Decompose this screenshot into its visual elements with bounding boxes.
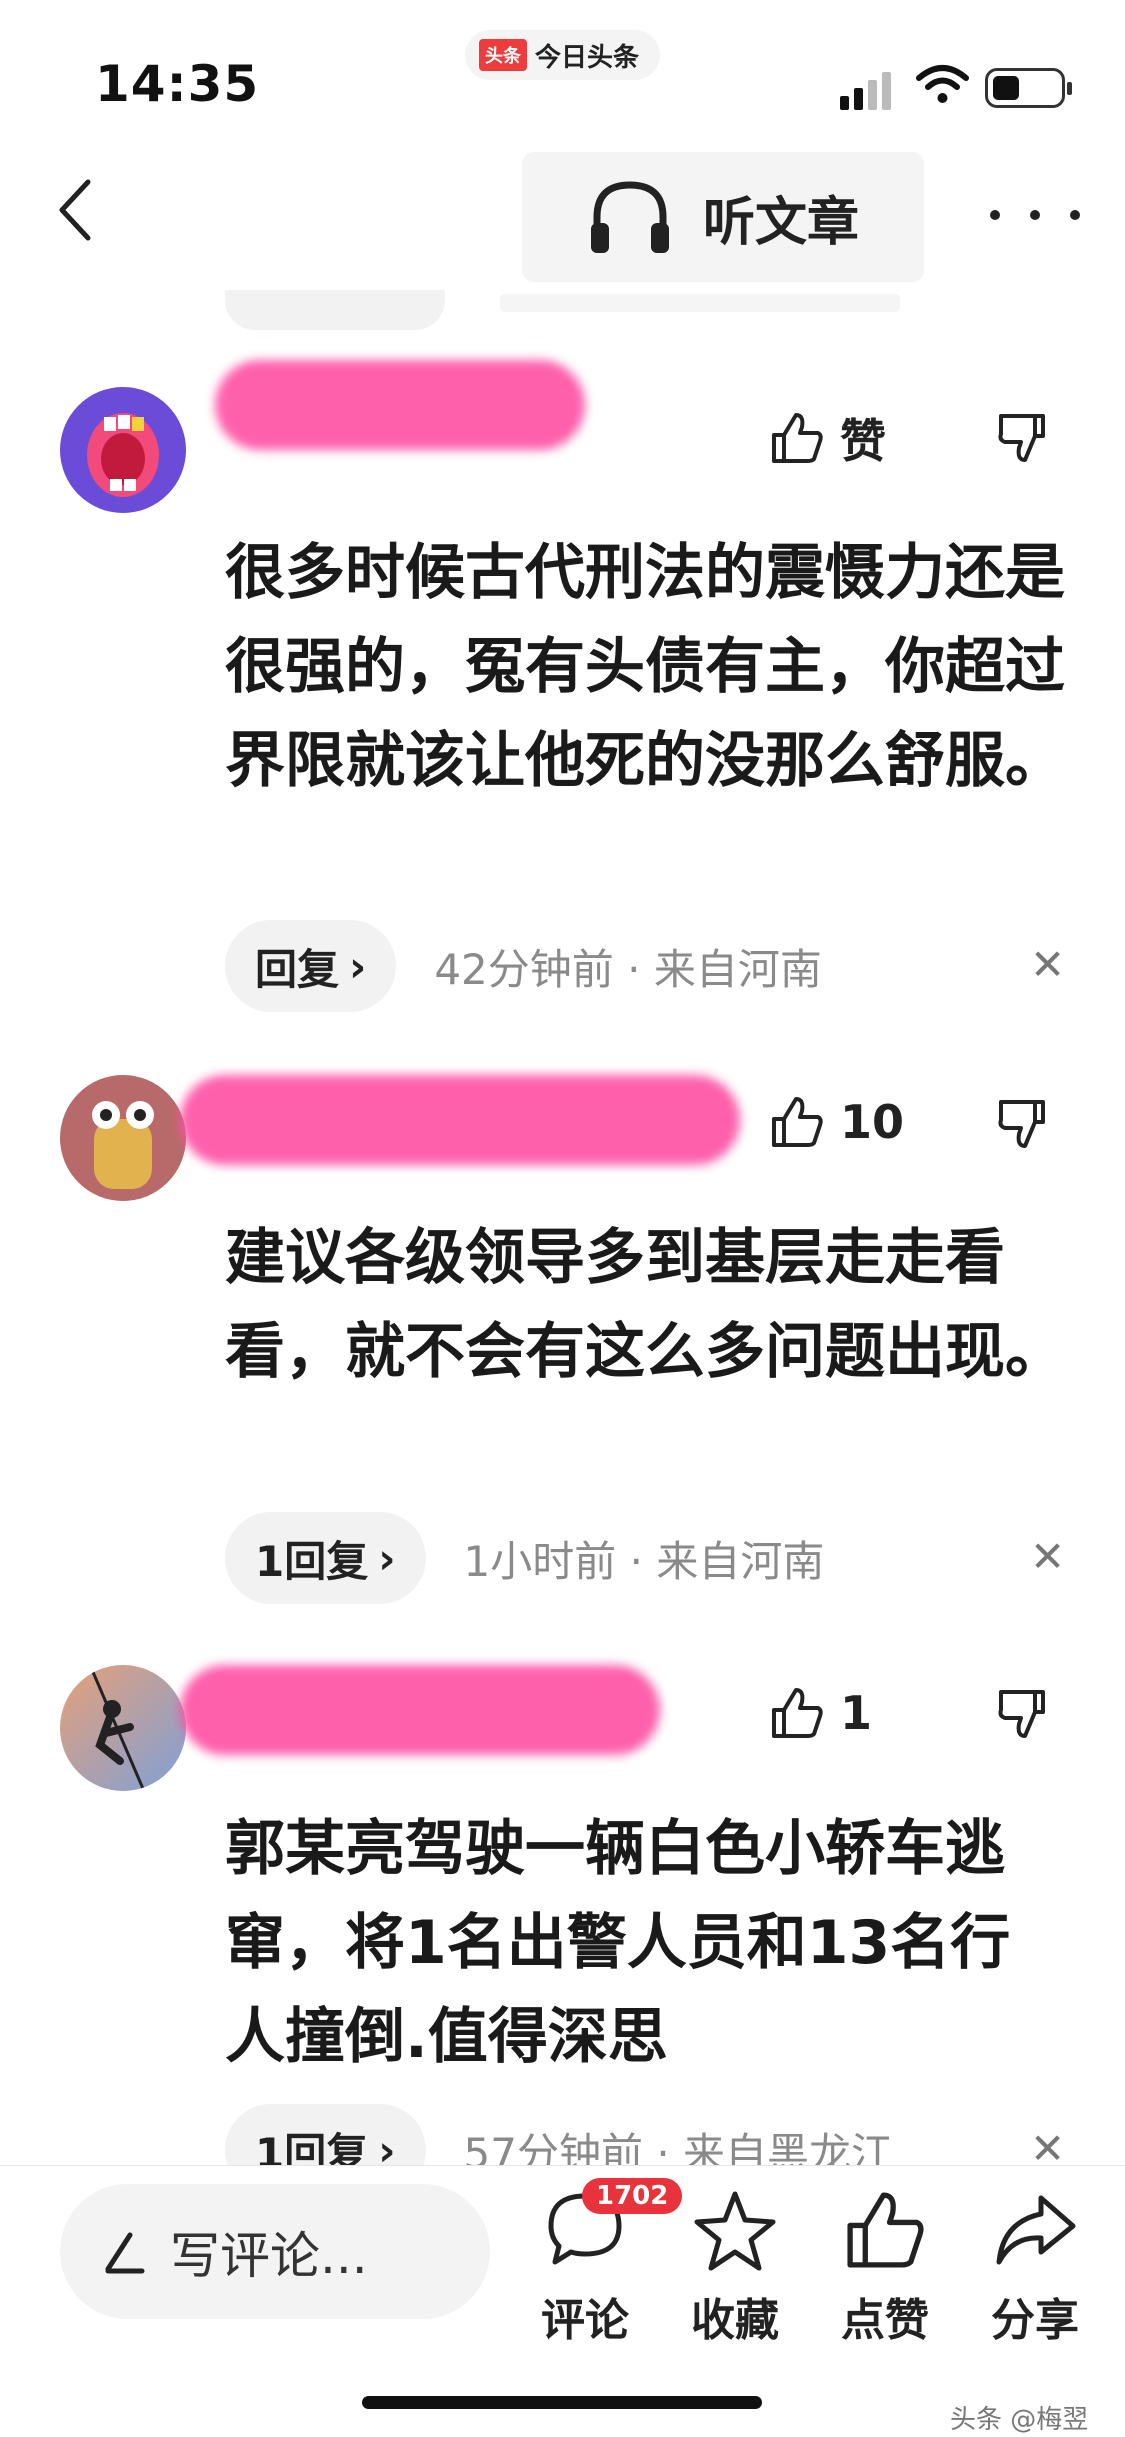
comment-text: 很多时候古代刑法的震慑力还是很强的，冤有头债有主，你超过界限就该让他死的没那么舒… — [225, 538, 1065, 796]
scrolled-reply-pill — [225, 290, 445, 330]
avatar[interactable] — [60, 387, 186, 513]
close-icon[interactable]: ✕ — [1030, 1532, 1065, 1581]
more-options-button[interactable] — [990, 185, 1080, 245]
close-icon[interactable]: ✕ — [1030, 940, 1065, 989]
comment-count-badge: 1702 — [582, 2178, 683, 2214]
avatar-character-icon — [92, 1101, 154, 1189]
avatar-mouth-icon — [87, 413, 159, 497]
like-count: 1 — [840, 1686, 873, 1740]
like-article-label: 点赞 — [841, 2295, 929, 2346]
thumbs-up-icon — [772, 1097, 823, 1147]
avatar[interactable] — [60, 1665, 186, 1791]
thumbs-up-icon — [772, 413, 823, 463]
comment-meta-row: 回复 › 42分钟前 · 来自河南 — [225, 920, 822, 1012]
reply-button[interactable]: 回复 › — [225, 920, 397, 1012]
dislike-button[interactable] — [995, 410, 1055, 470]
comment-meta-row: 1回复 › 1小时前 · 来自河南 — [225, 1512, 824, 1604]
avatar[interactable] — [60, 1075, 186, 1201]
write-comment-placeholder: 写评论... — [170, 2226, 368, 2285]
share-label: 分享 — [991, 2295, 1079, 2346]
chevron-right-icon: › — [349, 941, 367, 991]
comments-label: 评论 — [541, 2295, 629, 2346]
share-button[interactable]: 分享 — [970, 2186, 1100, 2348]
like-label: 赞 — [840, 414, 886, 468]
write-comment-input[interactable]: 写评论... — [60, 2184, 490, 2319]
app-name: 今日头条 — [535, 42, 640, 73]
pen-icon — [105, 2232, 145, 2273]
bottom-action-bar: 写评论... 1702 评论 收藏 点赞 分享 头条 @梅翌 — [0, 2165, 1125, 2437]
username-redacted — [180, 1075, 740, 1165]
star-icon — [694, 2191, 776, 2271]
avatar-climber-icon — [88, 1665, 146, 1791]
favorite-label: 收藏 — [691, 2295, 779, 2346]
like-count: 10 — [840, 1095, 905, 1149]
more-dots-icon — [990, 210, 1000, 220]
reply-button[interactable]: 1回复 › — [225, 1512, 426, 1604]
article-nav-bar: 听文章 — [0, 150, 1125, 290]
back-chevron-icon — [59, 179, 91, 241]
scrolled-meta-text — [500, 294, 900, 312]
headphones-icon — [590, 181, 669, 253]
comment-meta: 1小时前 · 来自河南 — [463, 1536, 825, 1586]
status-time: 14:35 — [95, 55, 260, 113]
watermark: 头条 @梅翌 — [950, 2405, 1089, 2435]
listen-article-button[interactable]: 听文章 — [522, 152, 924, 282]
username-redacted — [215, 360, 585, 450]
reply-label: 回复 — [255, 944, 340, 994]
reply-label: 1回复 — [255, 1536, 369, 1586]
thumbs-up-icon — [772, 1688, 823, 1738]
like-button[interactable]: 1 — [768, 1684, 872, 1742]
dislike-button[interactable] — [995, 1686, 1055, 1746]
dislike-button[interactable] — [995, 1096, 1055, 1156]
like-button[interactable]: 10 — [768, 1093, 904, 1151]
share-arrow-icon — [996, 2195, 1076, 2265]
listen-article-label: 听文章 — [702, 192, 859, 253]
like-button[interactable]: 赞 — [768, 405, 886, 471]
wifi-icon — [916, 65, 969, 103]
app-logo: 头条 — [479, 39, 527, 71]
comment-meta: 42分钟前 · 来自河南 — [434, 944, 822, 994]
comment-text: 郭某亮驾驶一辆白色小轿车逃窜，将1名出警人员和13名行人撞倒.值得深思 — [225, 1814, 1011, 2072]
thumbs-down-icon — [998, 1100, 1045, 1148]
thumbs-down-icon — [998, 1690, 1045, 1738]
thumbs-up-icon — [847, 2192, 924, 2268]
battery-icon — [985, 68, 1072, 108]
thumbs-down-icon — [998, 414, 1045, 462]
comment-text: 建议各级领导多到基层走走看看，就不会有这么多问题出现。 — [225, 1223, 1065, 1387]
back-button[interactable] — [40, 170, 120, 250]
username-redacted — [180, 1665, 660, 1755]
chevron-right-icon: › — [378, 1533, 396, 1583]
cellular-signal-icon — [840, 72, 891, 110]
like-article-button[interactable]: 点赞 — [820, 2186, 950, 2348]
comments-button[interactable]: 1702 评论 — [520, 2178, 683, 2348]
home-indicator[interactable] — [362, 2396, 762, 2409]
app-indicator[interactable]: 头条 今日头条 — [465, 30, 660, 80]
status-bar: 14:35 头条 今日头条 — [0, 0, 1125, 150]
favorite-button[interactable]: 收藏 — [670, 2186, 800, 2348]
